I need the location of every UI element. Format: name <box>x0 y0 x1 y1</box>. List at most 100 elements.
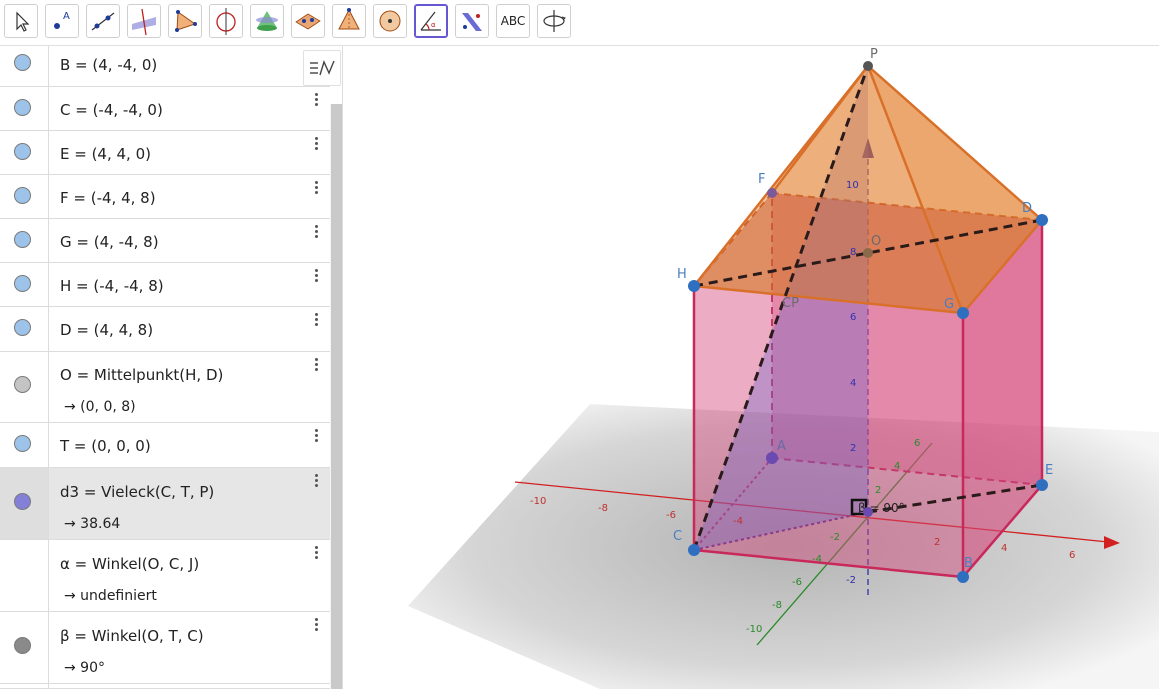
point-T[interactable] <box>863 507 873 517</box>
visibility-toggle[interactable] <box>14 275 31 292</box>
point-E[interactable] <box>1036 479 1048 491</box>
x-tick-label: -4 <box>733 516 743 527</box>
y-tick-label: -4 <box>812 554 822 565</box>
svg-text:A: A <box>63 11 70 22</box>
angle-tool-button[interactable]: α <box>414 4 448 38</box>
algebra-row-beta[interactable]: β = Winkel(O, T, C) → 90° <box>0 612 330 684</box>
label-B: B <box>964 556 973 571</box>
x-tick-label: 4 <box>1001 543 1007 554</box>
algebra-row-C[interactable]: C = (-4, -4, 0) <box>0 87 330 131</box>
label-A: A <box>777 439 786 454</box>
label-F: F <box>758 172 765 187</box>
sphere-tool-icon <box>379 10 401 32</box>
point-C[interactable] <box>688 544 700 556</box>
point-D[interactable] <box>1036 214 1048 226</box>
point-B[interactable] <box>957 571 969 583</box>
point-G[interactable] <box>957 307 969 319</box>
algebra-definition[interactable]: D = (4, 4, 8) <box>60 321 153 339</box>
more-menu-icon[interactable] <box>310 546 322 564</box>
more-menu-icon[interactable] <box>310 181 322 199</box>
point-O[interactable] <box>863 248 873 258</box>
algebra-definition[interactable]: d3 = Vieleck(C, T, P) <box>60 483 214 501</box>
algebra-definition[interactable]: F = (-4, 4, 8) <box>60 189 156 207</box>
visibility-toggle[interactable] <box>14 637 31 654</box>
more-menu-icon[interactable] <box>310 137 322 155</box>
visibility-toggle[interactable] <box>14 187 31 204</box>
algebra-definition[interactable]: H = (-4, -4, 8) <box>60 277 164 295</box>
svg-text:α: α <box>431 21 436 29</box>
algebra-definition[interactable]: G = (4, -4, 8) <box>60 233 159 251</box>
point-tool-button[interactable]: A <box>45 4 79 38</box>
point-F[interactable] <box>767 188 777 198</box>
more-menu-icon[interactable] <box>310 269 322 287</box>
z-tick-label: 8 <box>850 247 856 258</box>
reflect-tool-button[interactable] <box>455 4 489 38</box>
point-P[interactable] <box>863 61 873 71</box>
cone-tool-button[interactable] <box>250 4 284 38</box>
algebra-style-button[interactable] <box>303 50 341 86</box>
z-tick-label: 10 <box>846 180 859 191</box>
visibility-toggle[interactable] <box>14 376 31 393</box>
algebra-row-H[interactable]: H = (-4, -4, 8) <box>0 263 330 307</box>
more-menu-icon[interactable] <box>310 429 322 447</box>
visibility-toggle[interactable] <box>14 493 31 510</box>
polygon-tool-button[interactable] <box>168 4 202 38</box>
more-menu-icon[interactable] <box>310 225 322 243</box>
more-menu-icon[interactable] <box>310 474 322 492</box>
pyramid-tool-button[interactable] <box>332 4 366 38</box>
visibility-toggle[interactable] <box>14 435 31 452</box>
angle-tool-icon: α <box>420 11 441 31</box>
algebra-row-B[interactable]: B = (4, -4, 0) <box>0 46 330 87</box>
algebra-row-F[interactable]: F = (-4, 4, 8) <box>0 175 330 219</box>
algebra-scrollbar-thumb[interactable] <box>331 104 342 689</box>
label-H: H <box>677 267 687 282</box>
algebra-definition[interactable]: E = (4, 4, 0) <box>60 145 151 163</box>
graphics-canvas[interactable]: β = 90° -10 -8 -6 -4 2 4 6 10 8 6 4 2 -2… <box>343 46 1159 689</box>
algebra-definition[interactable]: β = Winkel(O, T, C) <box>60 627 204 645</box>
point-H[interactable] <box>688 280 700 292</box>
text-tool-icon: ABC <box>500 14 526 28</box>
perpendicular-tool-button[interactable] <box>127 4 161 38</box>
y-tick-label: 4 <box>894 461 900 472</box>
algebra-row-alpha[interactable]: α = Winkel(O, C, J) → undefiniert <box>0 540 330 612</box>
toolbar: A α ABC <box>0 0 1159 46</box>
visibility-toggle[interactable] <box>14 99 31 116</box>
algebra-definition[interactable]: C = (-4, -4, 0) <box>60 101 163 119</box>
algebra-row-D[interactable]: D = (4, 4, 8) <box>0 307 330 352</box>
point-tool-icon: A <box>54 11 70 29</box>
more-menu-icon[interactable] <box>310 358 322 376</box>
more-menu-icon[interactable] <box>310 618 322 636</box>
circle-axis-tool-button[interactable] <box>209 4 243 38</box>
algebra-row-d3[interactable]: d3 = Vieleck(C, T, P) → 38.64 <box>0 468 330 540</box>
rotate-view-tool-button[interactable] <box>537 4 571 38</box>
visibility-toggle[interactable] <box>14 54 31 71</box>
more-menu-icon[interactable] <box>310 93 322 111</box>
line-tool-button[interactable] <box>86 4 120 38</box>
algebra-definition[interactable]: B = (4, -4, 0) <box>60 56 157 74</box>
line-tool-icon <box>91 12 115 31</box>
algebra-definition[interactable]: α = Winkel(O, C, J) <box>60 555 199 573</box>
plane-points-tool-button[interactable] <box>291 4 325 38</box>
algebra-row-O[interactable]: O = Mittelpunkt(H, D) → (0, 0, 8) <box>0 352 330 423</box>
z-tick-label: 6 <box>850 312 856 323</box>
algebra-row-E[interactable]: E = (4, 4, 0) <box>0 131 330 175</box>
algebra-output: → 90° <box>64 660 105 676</box>
visibility-toggle[interactable] <box>14 231 31 248</box>
x-tick-label: 6 <box>1069 550 1075 561</box>
move-tool-button[interactable] <box>4 4 38 38</box>
circle-axis-tool-icon <box>216 8 236 35</box>
perpendicular-line-tool-icon <box>132 8 156 36</box>
visibility-toggle[interactable] <box>14 143 31 160</box>
move-tool-icon <box>16 11 30 32</box>
algebra-definition[interactable]: O = Mittelpunkt(H, D) <box>60 366 223 384</box>
graphics-3d-view[interactable]: β = 90° -10 -8 -6 -4 2 4 6 10 8 6 4 2 -2… <box>343 46 1159 689</box>
text-tool-button[interactable]: ABC <box>496 4 530 38</box>
visibility-toggle[interactable] <box>14 319 31 336</box>
algebra-row-T[interactable]: T = (0, 0, 0) <box>0 423 330 468</box>
algebra-output: → (0, 0, 8) <box>64 399 136 415</box>
algebra-definition[interactable]: T = (0, 0, 0) <box>60 437 151 455</box>
pyramid-tool-icon <box>338 8 360 30</box>
more-menu-icon[interactable] <box>310 313 322 331</box>
sphere-tool-button[interactable] <box>373 4 407 38</box>
algebra-row-G[interactable]: G = (4, -4, 8) <box>0 219 330 263</box>
